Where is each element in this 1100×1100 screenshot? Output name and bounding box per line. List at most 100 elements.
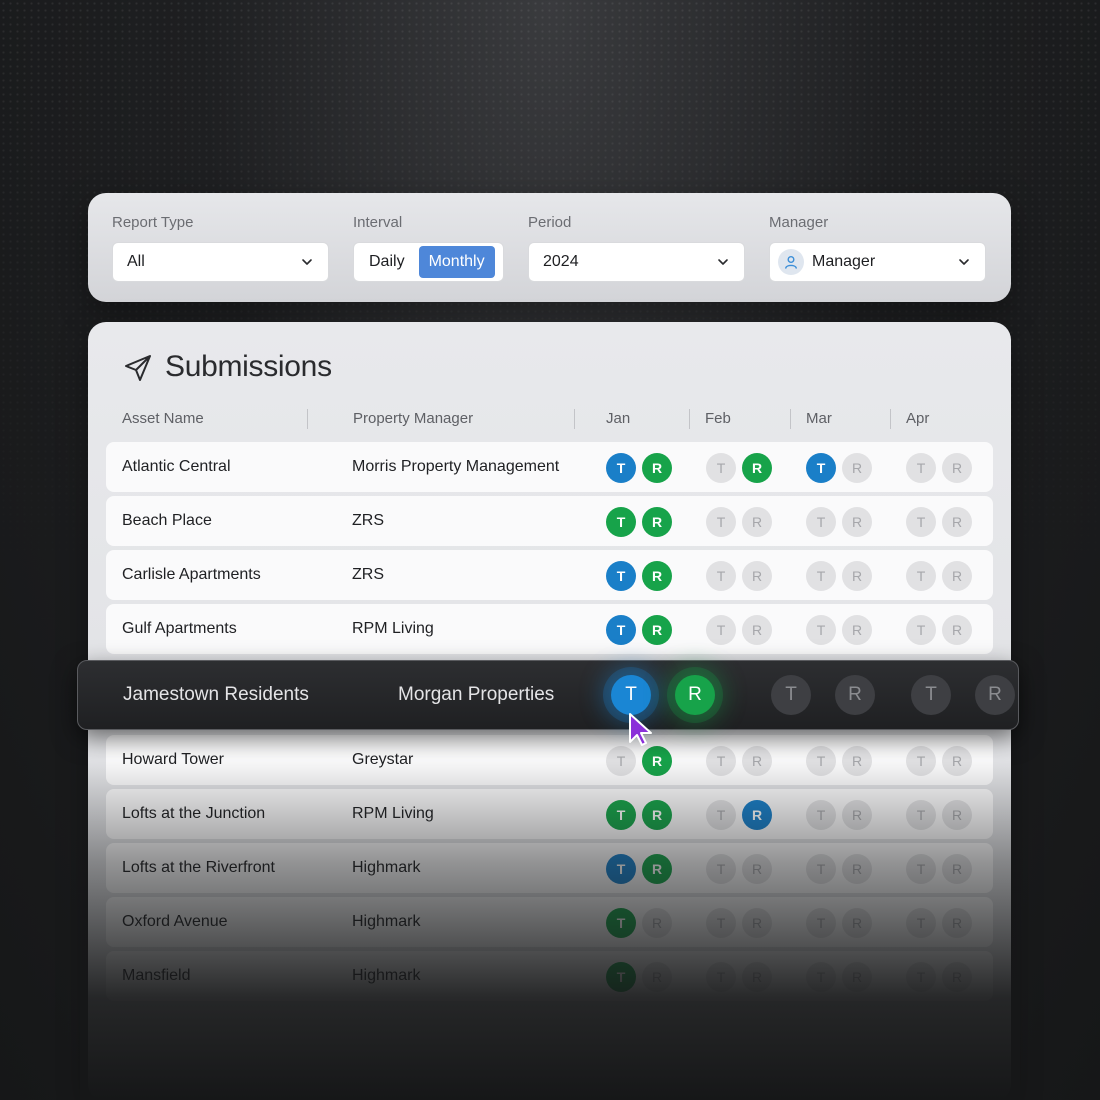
r-status-badge[interactable]: R bbox=[842, 453, 872, 483]
table-row[interactable]: Gulf Apartments RPM Living T R T R T R T R bbox=[106, 604, 993, 654]
t-status-badge[interactable]: T bbox=[806, 615, 836, 645]
t-status-badge[interactable]: T bbox=[706, 908, 736, 938]
t-status-badge[interactable]: T bbox=[911, 675, 951, 715]
r-status-badge[interactable]: R bbox=[742, 908, 772, 938]
highlighted-row[interactable]: Jamestown Residents Morgan Properties TR… bbox=[77, 660, 1019, 730]
r-status-badge[interactable]: R bbox=[842, 908, 872, 938]
t-status-badge[interactable]: T bbox=[771, 675, 811, 715]
t-status-badge[interactable]: T bbox=[706, 615, 736, 645]
r-status-badge[interactable]: R bbox=[842, 962, 872, 992]
table-row[interactable]: Howard Tower Greystar T R T R T R T R bbox=[106, 735, 993, 785]
r-status-badge[interactable]: R bbox=[642, 453, 672, 483]
r-status-badge[interactable]: R bbox=[942, 854, 972, 884]
r-status-badge[interactable]: R bbox=[942, 962, 972, 992]
t-status-badge[interactable]: T bbox=[906, 800, 936, 830]
r-status-badge[interactable]: R bbox=[642, 908, 672, 938]
t-status-badge[interactable]: T bbox=[906, 561, 936, 591]
table-row[interactable]: Lofts at the Riverfront Highmark T R T R T R T R bbox=[106, 843, 993, 893]
r-status-badge[interactable]: R bbox=[642, 854, 672, 884]
t-status-badge[interactable]: T bbox=[906, 854, 936, 884]
r-status-badge[interactable]: R bbox=[642, 746, 672, 776]
r-status-badge[interactable]: R bbox=[942, 507, 972, 537]
r-status-badge[interactable]: R bbox=[942, 800, 972, 830]
r-status-badge[interactable]: R bbox=[742, 746, 772, 776]
r-status-badge[interactable]: R bbox=[942, 453, 972, 483]
column-header-asset[interactable]: Asset Name bbox=[122, 410, 204, 427]
column-header-jan[interactable]: Jan bbox=[606, 410, 630, 427]
t-status-badge[interactable]: T bbox=[706, 854, 736, 884]
interval-daily-option[interactable]: Daily bbox=[357, 246, 417, 278]
t-status-badge[interactable]: T bbox=[606, 507, 636, 537]
t-status-badge[interactable]: T bbox=[706, 507, 736, 537]
column-header-manager[interactable]: Property Manager bbox=[353, 410, 473, 427]
manager-select[interactable]: Manager bbox=[769, 242, 986, 282]
table-row[interactable]: Carlisle Apartments ZRS T R T R T R T R bbox=[106, 550, 993, 600]
r-status-badge[interactable]: R bbox=[942, 615, 972, 645]
r-status-badge[interactable]: R bbox=[742, 453, 772, 483]
t-status-badge[interactable]: T bbox=[906, 746, 936, 776]
t-status-badge[interactable]: T bbox=[806, 854, 836, 884]
r-status-badge[interactable]: R bbox=[742, 854, 772, 884]
t-status-badge[interactable]: T bbox=[606, 561, 636, 591]
column-header-feb[interactable]: Feb bbox=[705, 410, 731, 427]
table-row[interactable]: Beach Place ZRS T R T R T R T R bbox=[106, 496, 993, 546]
r-status-badge[interactable]: R bbox=[842, 561, 872, 591]
r-status-badge[interactable]: R bbox=[942, 561, 972, 591]
r-status-badge[interactable]: R bbox=[842, 507, 872, 537]
r-status-badge[interactable]: R bbox=[642, 800, 672, 830]
t-status-badge[interactable]: T bbox=[906, 908, 936, 938]
r-status-badge[interactable]: R bbox=[835, 675, 875, 715]
t-status-badge[interactable]: T bbox=[606, 453, 636, 483]
t-status-badge[interactable]: T bbox=[706, 962, 736, 992]
t-status-badge[interactable]: T bbox=[906, 453, 936, 483]
t-status-badge[interactable]: T bbox=[806, 908, 836, 938]
t-status-badge[interactable]: T bbox=[706, 561, 736, 591]
t-status-badge[interactable]: T bbox=[606, 615, 636, 645]
t-status-badge[interactable]: T bbox=[606, 746, 636, 776]
table-row[interactable]: Atlantic Central Morris Property Manageme… bbox=[106, 442, 993, 492]
interval-monthly-option[interactable]: Monthly bbox=[418, 246, 495, 278]
r-status-badge[interactable]: R bbox=[742, 561, 772, 591]
r-status-badge[interactable]: R bbox=[742, 615, 772, 645]
t-status-badge[interactable]: T bbox=[606, 962, 636, 992]
r-status-badge[interactable]: R bbox=[642, 962, 672, 992]
t-status-badge[interactable]: T bbox=[806, 453, 836, 483]
r-status-badge[interactable]: R bbox=[642, 561, 672, 591]
table-row[interactable]: Mansfield Highmark T R T R T R T R bbox=[106, 951, 993, 1001]
t-status-badge[interactable]: T bbox=[906, 615, 936, 645]
r-status-badge[interactable]: R bbox=[742, 962, 772, 992]
t-status-badge[interactable]: T bbox=[806, 746, 836, 776]
r-status-badge[interactable]: R bbox=[642, 615, 672, 645]
r-status-badge[interactable]: R bbox=[842, 800, 872, 830]
t-status-badge[interactable]: T bbox=[806, 800, 836, 830]
property-manager: Highmark bbox=[352, 913, 421, 930]
t-status-badge[interactable]: T bbox=[906, 507, 936, 537]
r-status-badge[interactable]: R bbox=[975, 675, 1015, 715]
t-status-badge[interactable]: T bbox=[806, 561, 836, 591]
report-type-select[interactable]: All bbox=[112, 242, 329, 282]
t-status-badge[interactable]: T bbox=[706, 800, 736, 830]
table-row[interactable]: Oxford Avenue Highmark T R T R T R T R bbox=[106, 897, 993, 947]
r-status-badge[interactable]: R bbox=[742, 800, 772, 830]
t-status-badge[interactable]: T bbox=[606, 908, 636, 938]
t-status-badge[interactable]: T bbox=[706, 453, 736, 483]
r-status-badge[interactable]: R bbox=[842, 854, 872, 884]
r-status-badge[interactable]: R bbox=[842, 746, 872, 776]
t-status-badge[interactable]: T bbox=[606, 800, 636, 830]
r-status-badge[interactable]: R bbox=[742, 507, 772, 537]
column-header-mar[interactable]: Mar bbox=[806, 410, 832, 427]
t-status-badge[interactable]: T bbox=[806, 507, 836, 537]
r-status-badge[interactable]: R bbox=[942, 908, 972, 938]
t-status-badge[interactable]: T bbox=[606, 854, 636, 884]
t-status-badge[interactable]: T bbox=[906, 962, 936, 992]
table-row[interactable]: Lofts at the Junction RPM Living T R T R T R T R bbox=[106, 789, 993, 839]
period-select[interactable]: 2024 bbox=[528, 242, 745, 282]
t-status-badge[interactable]: T bbox=[706, 746, 736, 776]
r-status-badge[interactable]: R bbox=[942, 746, 972, 776]
column-header-apr[interactable]: Apr bbox=[906, 410, 929, 427]
r-status-badge[interactable]: R bbox=[642, 507, 672, 537]
t-status-badge[interactable]: T bbox=[611, 675, 651, 715]
r-status-badge[interactable]: R bbox=[675, 675, 715, 715]
r-status-badge[interactable]: R bbox=[842, 615, 872, 645]
t-status-badge[interactable]: T bbox=[806, 962, 836, 992]
